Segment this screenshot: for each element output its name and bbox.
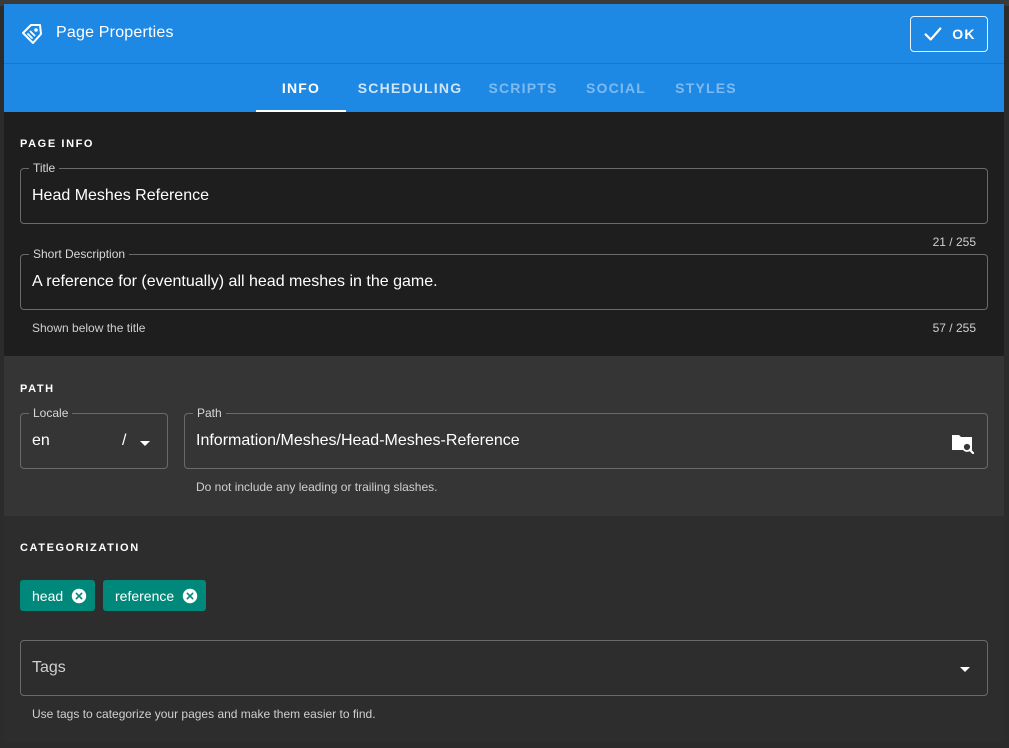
field-label: Path bbox=[193, 406, 226, 420]
tab-label: SCHEDULING bbox=[357, 80, 463, 96]
check-icon bbox=[924, 27, 942, 41]
chevron-down-icon bbox=[140, 441, 150, 446]
field-hint: Shown below the title bbox=[32, 321, 146, 335]
tags-combobox[interactable]: Tags bbox=[20, 640, 988, 696]
categorization-section: CATEGORIZATION head reference Tags Use t… bbox=[4, 516, 1004, 742]
title-char-counter: 21 / 255 bbox=[932, 235, 976, 249]
field-hint: Do not include any leading or trailing s… bbox=[196, 480, 438, 494]
dialog-title: Page Properties bbox=[56, 24, 174, 41]
field-label: Title bbox=[29, 161, 60, 175]
page-info-section: PAGE INFO Title Head Meshes Reference 21… bbox=[4, 112, 1004, 356]
tag-chip-reference[interactable]: reference bbox=[103, 580, 207, 611]
field-hint: Use tags to categorize your pages and ma… bbox=[32, 707, 376, 721]
short-description-input[interactable]: A reference for (eventually) all head me… bbox=[32, 273, 438, 291]
tab-bar: INFO SCHEDULING SCRIPTS SOCIAL STYLES bbox=[4, 64, 1004, 112]
path-field[interactable]: Path Information/Meshes/Head-Meshes-Refe… bbox=[184, 406, 988, 469]
page-properties-dialog: Page Properties OK INFO SCHEDULING SCRIP… bbox=[4, 4, 1004, 742]
tab-scripts[interactable]: SCRIPTS bbox=[482, 64, 564, 112]
short-description-field[interactable]: Short Description A reference for (event… bbox=[20, 247, 988, 310]
section-title: CATEGORIZATION bbox=[20, 542, 140, 554]
ok-button[interactable]: OK bbox=[910, 16, 988, 52]
path-input[interactable]: Information/Meshes/Head-Meshes-Reference bbox=[196, 432, 520, 450]
section-title: PAGE INFO bbox=[20, 138, 95, 150]
path-section: PATH Locale en / Path Information/Meshes… bbox=[4, 356, 1004, 516]
chip-label: head bbox=[32, 587, 64, 604]
folder-search-icon[interactable] bbox=[951, 432, 975, 454]
close-circle-icon[interactable] bbox=[71, 588, 87, 604]
tab-label: INFO bbox=[281, 80, 321, 96]
tag-icon bbox=[22, 24, 42, 44]
locale-value: en bbox=[32, 432, 50, 449]
tab-label: SOCIAL bbox=[585, 80, 647, 96]
tags-placeholder: Tags bbox=[32, 659, 66, 676]
chip-label: reference bbox=[115, 587, 175, 604]
tab-info[interactable]: INFO bbox=[256, 64, 346, 112]
description-char-counter: 57 / 255 bbox=[932, 321, 976, 335]
tab-social[interactable]: SOCIAL bbox=[580, 64, 652, 112]
locale-separator: / bbox=[122, 432, 127, 449]
section-title: PATH bbox=[20, 383, 55, 395]
tab-styles[interactable]: STYLES bbox=[668, 64, 744, 112]
tag-chip-head[interactable]: head bbox=[20, 580, 96, 611]
close-circle-icon[interactable] bbox=[182, 588, 198, 604]
title-field[interactable]: Title Head Meshes Reference bbox=[20, 161, 988, 224]
dialog-header: Page Properties OK bbox=[4, 4, 1004, 64]
tab-scheduling[interactable]: SCHEDULING bbox=[354, 64, 466, 112]
ok-button-label: OK bbox=[952, 26, 976, 42]
tab-label: SCRIPTS bbox=[488, 80, 558, 96]
title-input[interactable]: Head Meshes Reference bbox=[32, 187, 209, 205]
field-label: Locale bbox=[29, 406, 73, 420]
tab-label: STYLES bbox=[675, 80, 737, 96]
locale-select[interactable]: Locale en / bbox=[20, 406, 168, 469]
field-label: Short Description bbox=[29, 247, 130, 261]
chevron-down-icon[interactable] bbox=[960, 667, 970, 672]
